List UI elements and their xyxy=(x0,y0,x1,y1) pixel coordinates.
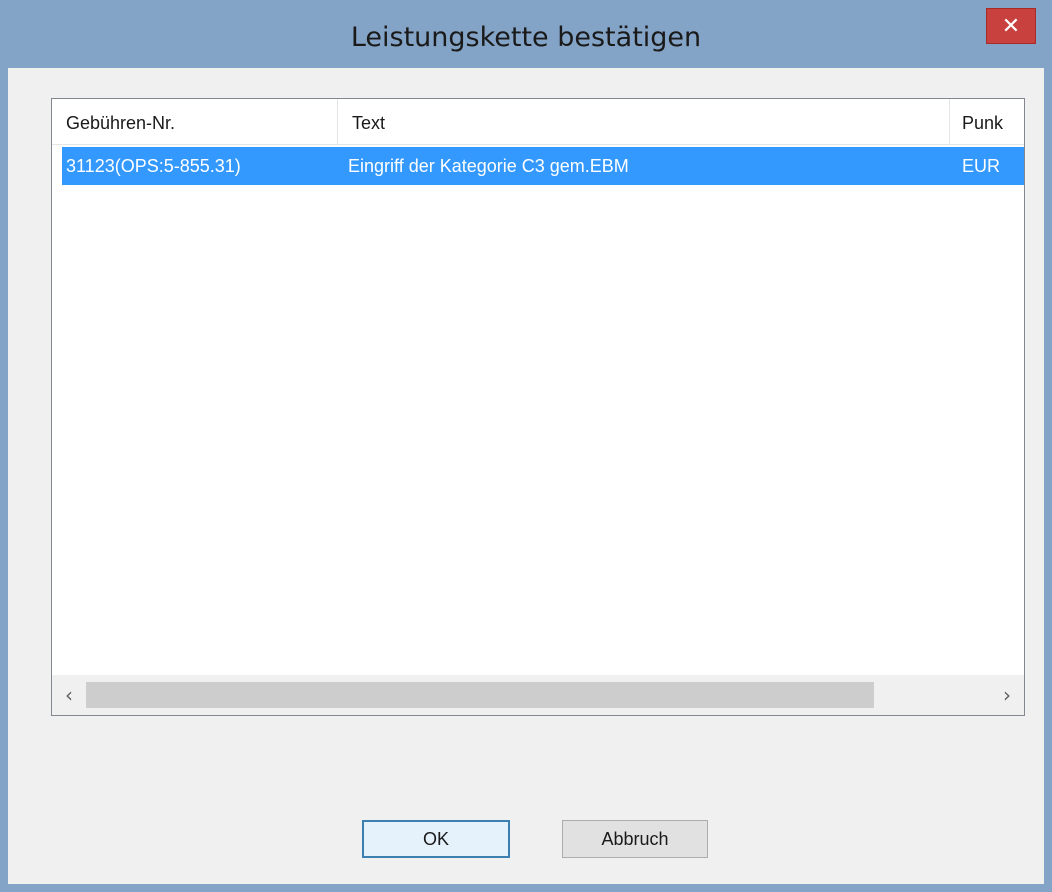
service-chain-list[interactable]: Gebühren-Nr. Text Punk 31123(OPS:5-855.3… xyxy=(51,98,1025,716)
chevron-right-icon: › xyxy=(1003,683,1011,707)
column-header-fee-number[interactable]: Gebühren-Nr. xyxy=(52,99,338,145)
scroll-right-arrow[interactable]: › xyxy=(990,675,1024,715)
dialog-title: Leistungskette bestätigen xyxy=(350,22,702,53)
cell-fee-number: 31123(OPS:5-855.31) xyxy=(66,156,241,176)
dialog-window: Leistungskette bestätigen ✕ Gebühren-Nr.… xyxy=(0,0,1052,892)
table-row[interactable]: 31123(OPS:5-855.31) Eingriff der Kategor… xyxy=(62,147,1024,185)
column-header-points[interactable]: Punk xyxy=(950,99,1024,145)
column-header-text[interactable]: Text xyxy=(338,99,950,145)
cell-text: Eingriff der Kategorie C3 gem.EBM xyxy=(348,156,629,176)
dialog-client-area: Gebühren-Nr. Text Punk 31123(OPS:5-855.3… xyxy=(8,68,1044,884)
title-bar[interactable]: Leistungskette bestätigen ✕ xyxy=(0,0,1052,68)
close-button[interactable]: ✕ xyxy=(986,8,1036,44)
scrollbar-thumb[interactable] xyxy=(86,682,874,708)
ok-button[interactable]: OK xyxy=(362,820,510,858)
list-header: Gebühren-Nr. Text Punk xyxy=(52,99,1024,145)
scroll-left-arrow[interactable]: ‹ xyxy=(52,675,86,715)
cell-points: EUR xyxy=(962,156,1001,176)
horizontal-scrollbar[interactable]: ‹ › xyxy=(52,675,1024,715)
cancel-button[interactable]: Abbruch xyxy=(562,820,708,858)
chevron-left-icon: ‹ xyxy=(65,683,73,707)
close-icon: ✕ xyxy=(1001,13,1021,39)
